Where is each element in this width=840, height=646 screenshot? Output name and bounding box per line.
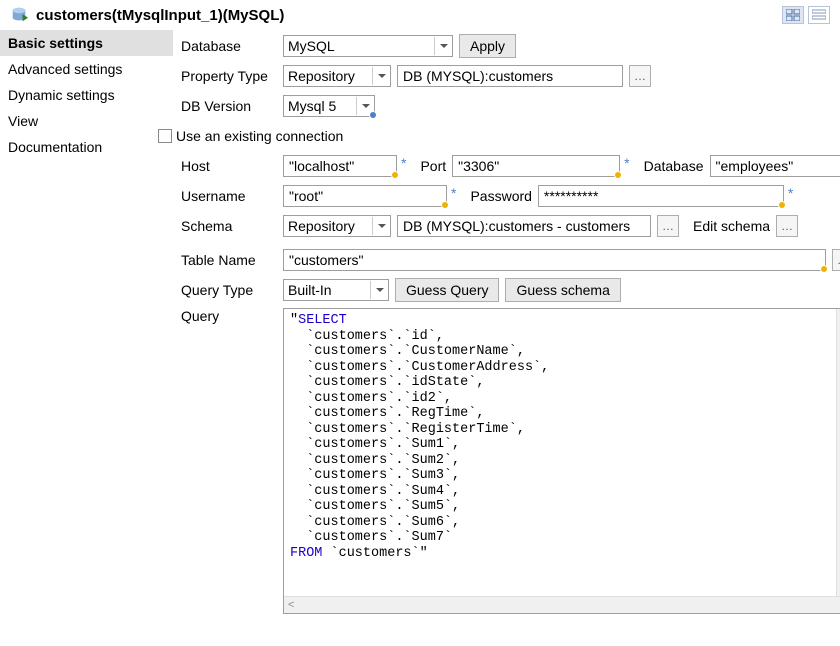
apply-button[interactable]: Apply: [459, 34, 516, 58]
required-icon: *: [624, 155, 629, 171]
schema-value: Repository: [288, 218, 355, 234]
use-existing-label: Use an existing connection: [176, 128, 343, 144]
property-browse-button[interactable]: …: [629, 65, 651, 87]
host-label: Host: [181, 158, 283, 174]
query-type-label: Query Type: [181, 282, 283, 298]
sidebar: Basic settings Advanced settings Dynamic…: [0, 30, 173, 626]
header-view-buttons: [782, 6, 830, 24]
required-icon: *: [451, 185, 456, 201]
main-panel: Database MySQL Apply Property Type Repos…: [173, 30, 840, 626]
chevron-down-icon: [370, 281, 384, 299]
query-content: "SELECT `customers`.`id`, `customers`.`C…: [284, 309, 840, 596]
port-field[interactable]: "3306": [452, 155, 620, 177]
sidebar-item-advanced-settings[interactable]: Advanced settings: [0, 56, 173, 82]
property-repo-field[interactable]: DB (MYSQL):customers: [397, 65, 623, 87]
view-form-button[interactable]: [782, 6, 804, 24]
port-label: Port: [420, 158, 446, 174]
query-textarea[interactable]: "SELECT `customers`.`id`, `customers`.`C…: [283, 308, 840, 614]
property-type-label: Property Type: [181, 68, 283, 84]
db-version-value: Mysql 5: [288, 98, 336, 114]
sidebar-item-view[interactable]: View: [0, 108, 173, 134]
checkbox-box: [158, 129, 172, 143]
scroll-left-icon: <: [288, 599, 294, 611]
database-select[interactable]: MySQL: [283, 35, 453, 57]
header: customers(tMysqlInput_1)(MySQL): [0, 0, 840, 30]
database-field-label: Database: [644, 158, 704, 174]
vertical-scrollbar[interactable]: ˄ ˅: [836, 309, 840, 596]
horizontal-scrollbar[interactable]: < >: [284, 596, 840, 613]
chevron-down-icon: [372, 67, 386, 85]
database-select-value: MySQL: [288, 38, 335, 54]
sidebar-item-documentation[interactable]: Documentation: [0, 134, 173, 160]
password-field[interactable]: **********: [538, 185, 784, 207]
property-type-select[interactable]: Repository: [283, 65, 391, 87]
table-name-browse-button[interactable]: …: [832, 249, 840, 271]
required-icon: *: [788, 185, 793, 201]
sidebar-item-basic-settings[interactable]: Basic settings: [0, 30, 173, 56]
edit-schema-button[interactable]: …: [776, 215, 798, 237]
query-type-value: Built-In: [288, 282, 332, 298]
password-label: Password: [470, 188, 531, 204]
host-field[interactable]: "localhost": [283, 155, 397, 177]
property-type-value: Repository: [288, 68, 355, 84]
db-version-label: DB Version: [181, 98, 283, 114]
header-left: customers(tMysqlInput_1)(MySQL): [10, 6, 284, 24]
edit-schema-label: Edit schema: [693, 218, 770, 234]
sidebar-item-dynamic-settings[interactable]: Dynamic settings: [0, 82, 173, 108]
header-title: customers(tMysqlInput_1)(MySQL): [36, 7, 284, 24]
db-version-select[interactable]: Mysql 5: [283, 95, 375, 117]
view-list-button[interactable]: [808, 6, 830, 24]
query-type-select[interactable]: Built-In: [283, 279, 389, 301]
table-name-field[interactable]: "customers": [283, 249, 826, 271]
table-name-label: Table Name: [181, 252, 283, 268]
body: Basic settings Advanced settings Dynamic…: [0, 30, 840, 626]
required-icon: *: [401, 155, 406, 171]
database-label: Database: [181, 38, 283, 54]
chevron-down-icon: [372, 217, 386, 235]
schema-browse-button[interactable]: …: [657, 215, 679, 237]
schema-label: Schema: [181, 218, 283, 234]
username-label: Username: [181, 188, 283, 204]
username-field[interactable]: "root": [283, 185, 447, 207]
query-label: Query: [181, 308, 283, 324]
use-existing-checkbox[interactable]: Use an existing connection: [158, 128, 343, 144]
schema-select[interactable]: Repository: [283, 215, 391, 237]
database-field[interactable]: "employees": [710, 155, 840, 177]
database-icon: [10, 6, 28, 24]
guess-schema-button[interactable]: Guess schema: [505, 278, 620, 302]
chevron-down-icon: [434, 37, 448, 55]
schema-repo-field[interactable]: DB (MYSQL):customers - customers: [397, 215, 651, 237]
guess-query-button[interactable]: Guess Query: [395, 278, 499, 302]
chevron-down-icon: [356, 97, 370, 115]
